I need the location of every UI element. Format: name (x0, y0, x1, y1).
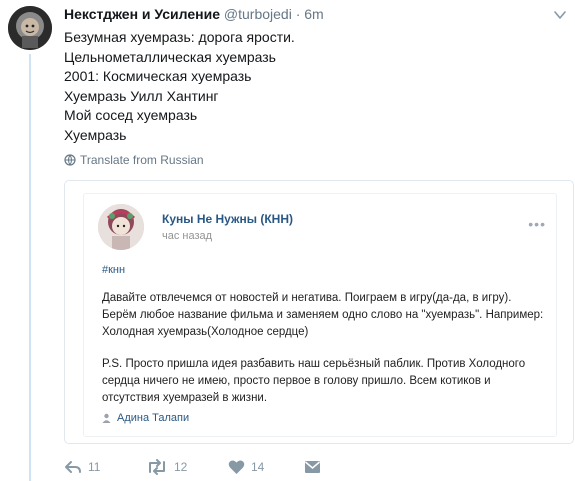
user-avatar[interactable] (8, 6, 52, 50)
more-icon: ••• (528, 216, 546, 232)
reply-button[interactable]: 11 (64, 458, 100, 476)
post-line: сердца ничего не имею, просто первое в г… (102, 375, 491, 387)
quoted-image-card[interactable]: Куны Не Нужны (КНН) час назад ••• #кнн Д… (64, 180, 574, 444)
tweet-header: Некстджен и Усиление @turbojedi · 6m (64, 6, 545, 26)
post-paragraph: Давайте отвлечемся от новостей и негатив… (102, 290, 552, 341)
avatar-image (8, 6, 52, 50)
retweet-button[interactable]: 12 (146, 458, 187, 476)
reply-count: 11 (88, 460, 101, 474)
post-author: Адина Талапи (102, 412, 189, 424)
author-name: Адина Талапи (117, 412, 190, 424)
tweet: Некстджен и Усиление @turbojedi · 6m Без… (0, 0, 575, 481)
like-count: 14 (251, 460, 265, 474)
reply-icon (65, 461, 81, 473)
group-avatar (98, 204, 144, 250)
post-line: отсутствия хуемразей в жизни. (102, 392, 268, 404)
translate-label: Translate from Russian (80, 153, 204, 167)
like-button[interactable]: 14 (228, 458, 264, 476)
tweet-line: Мой сосед хуемразь (64, 107, 198, 123)
retweet-icon (149, 459, 165, 475)
tweet-line: Хуемразь (64, 126, 127, 143)
thread-line (29, 54, 31, 481)
post-line: Берём любое название фильма и заменяем о… (102, 309, 544, 321)
user-handle[interactable]: @turbojedi (224, 6, 292, 22)
post-paragraph: P.S. Просто пришла идея разбавить наш се… (102, 356, 552, 407)
vk-post: Куны Не Нужны (КНН) час назад ••• #кнн Д… (83, 193, 557, 437)
globe-icon (64, 154, 76, 166)
tweet-line: Хуемразь Уилл Хантинг (64, 87, 219, 104)
direct-message-button[interactable] (304, 458, 321, 476)
post-line: Холодная хуемразь(Холодное сердце) (102, 326, 309, 338)
tweet-line: Безумная хуемразь: дорога ярости. (64, 29, 295, 45)
post-line: Давайте отвлечемся от новостей и негатив… (102, 292, 512, 304)
display-name[interactable]: Некстджен и Усиление (64, 6, 220, 22)
separator-dot: · (295, 6, 301, 22)
post-line: P.S. Просто пришла идея разбавить наш се… (102, 358, 526, 370)
heart-icon (228, 460, 245, 474)
retweet-count: 12 (174, 460, 188, 474)
post-time: час назад (162, 230, 213, 242)
group-name: Куны Не Нужны (КНН) (162, 212, 293, 226)
group-avatar-image (98, 204, 144, 250)
translate-link[interactable]: Translate from Russian (64, 152, 204, 168)
tweet-time[interactable]: 6m (304, 6, 323, 22)
envelope-icon (305, 461, 320, 473)
hashtag: #кнн (102, 264, 126, 276)
user-icon (102, 413, 111, 423)
tweet-line: Цельнометаллическая хуемразь (64, 48, 276, 65)
tweet-text: Безумная хуемразь: дорога ярости. Цельно… (64, 28, 524, 145)
tweet-line: 2001: Космическая хуемразь (64, 68, 252, 84)
chevron-down-icon[interactable] (553, 8, 567, 22)
